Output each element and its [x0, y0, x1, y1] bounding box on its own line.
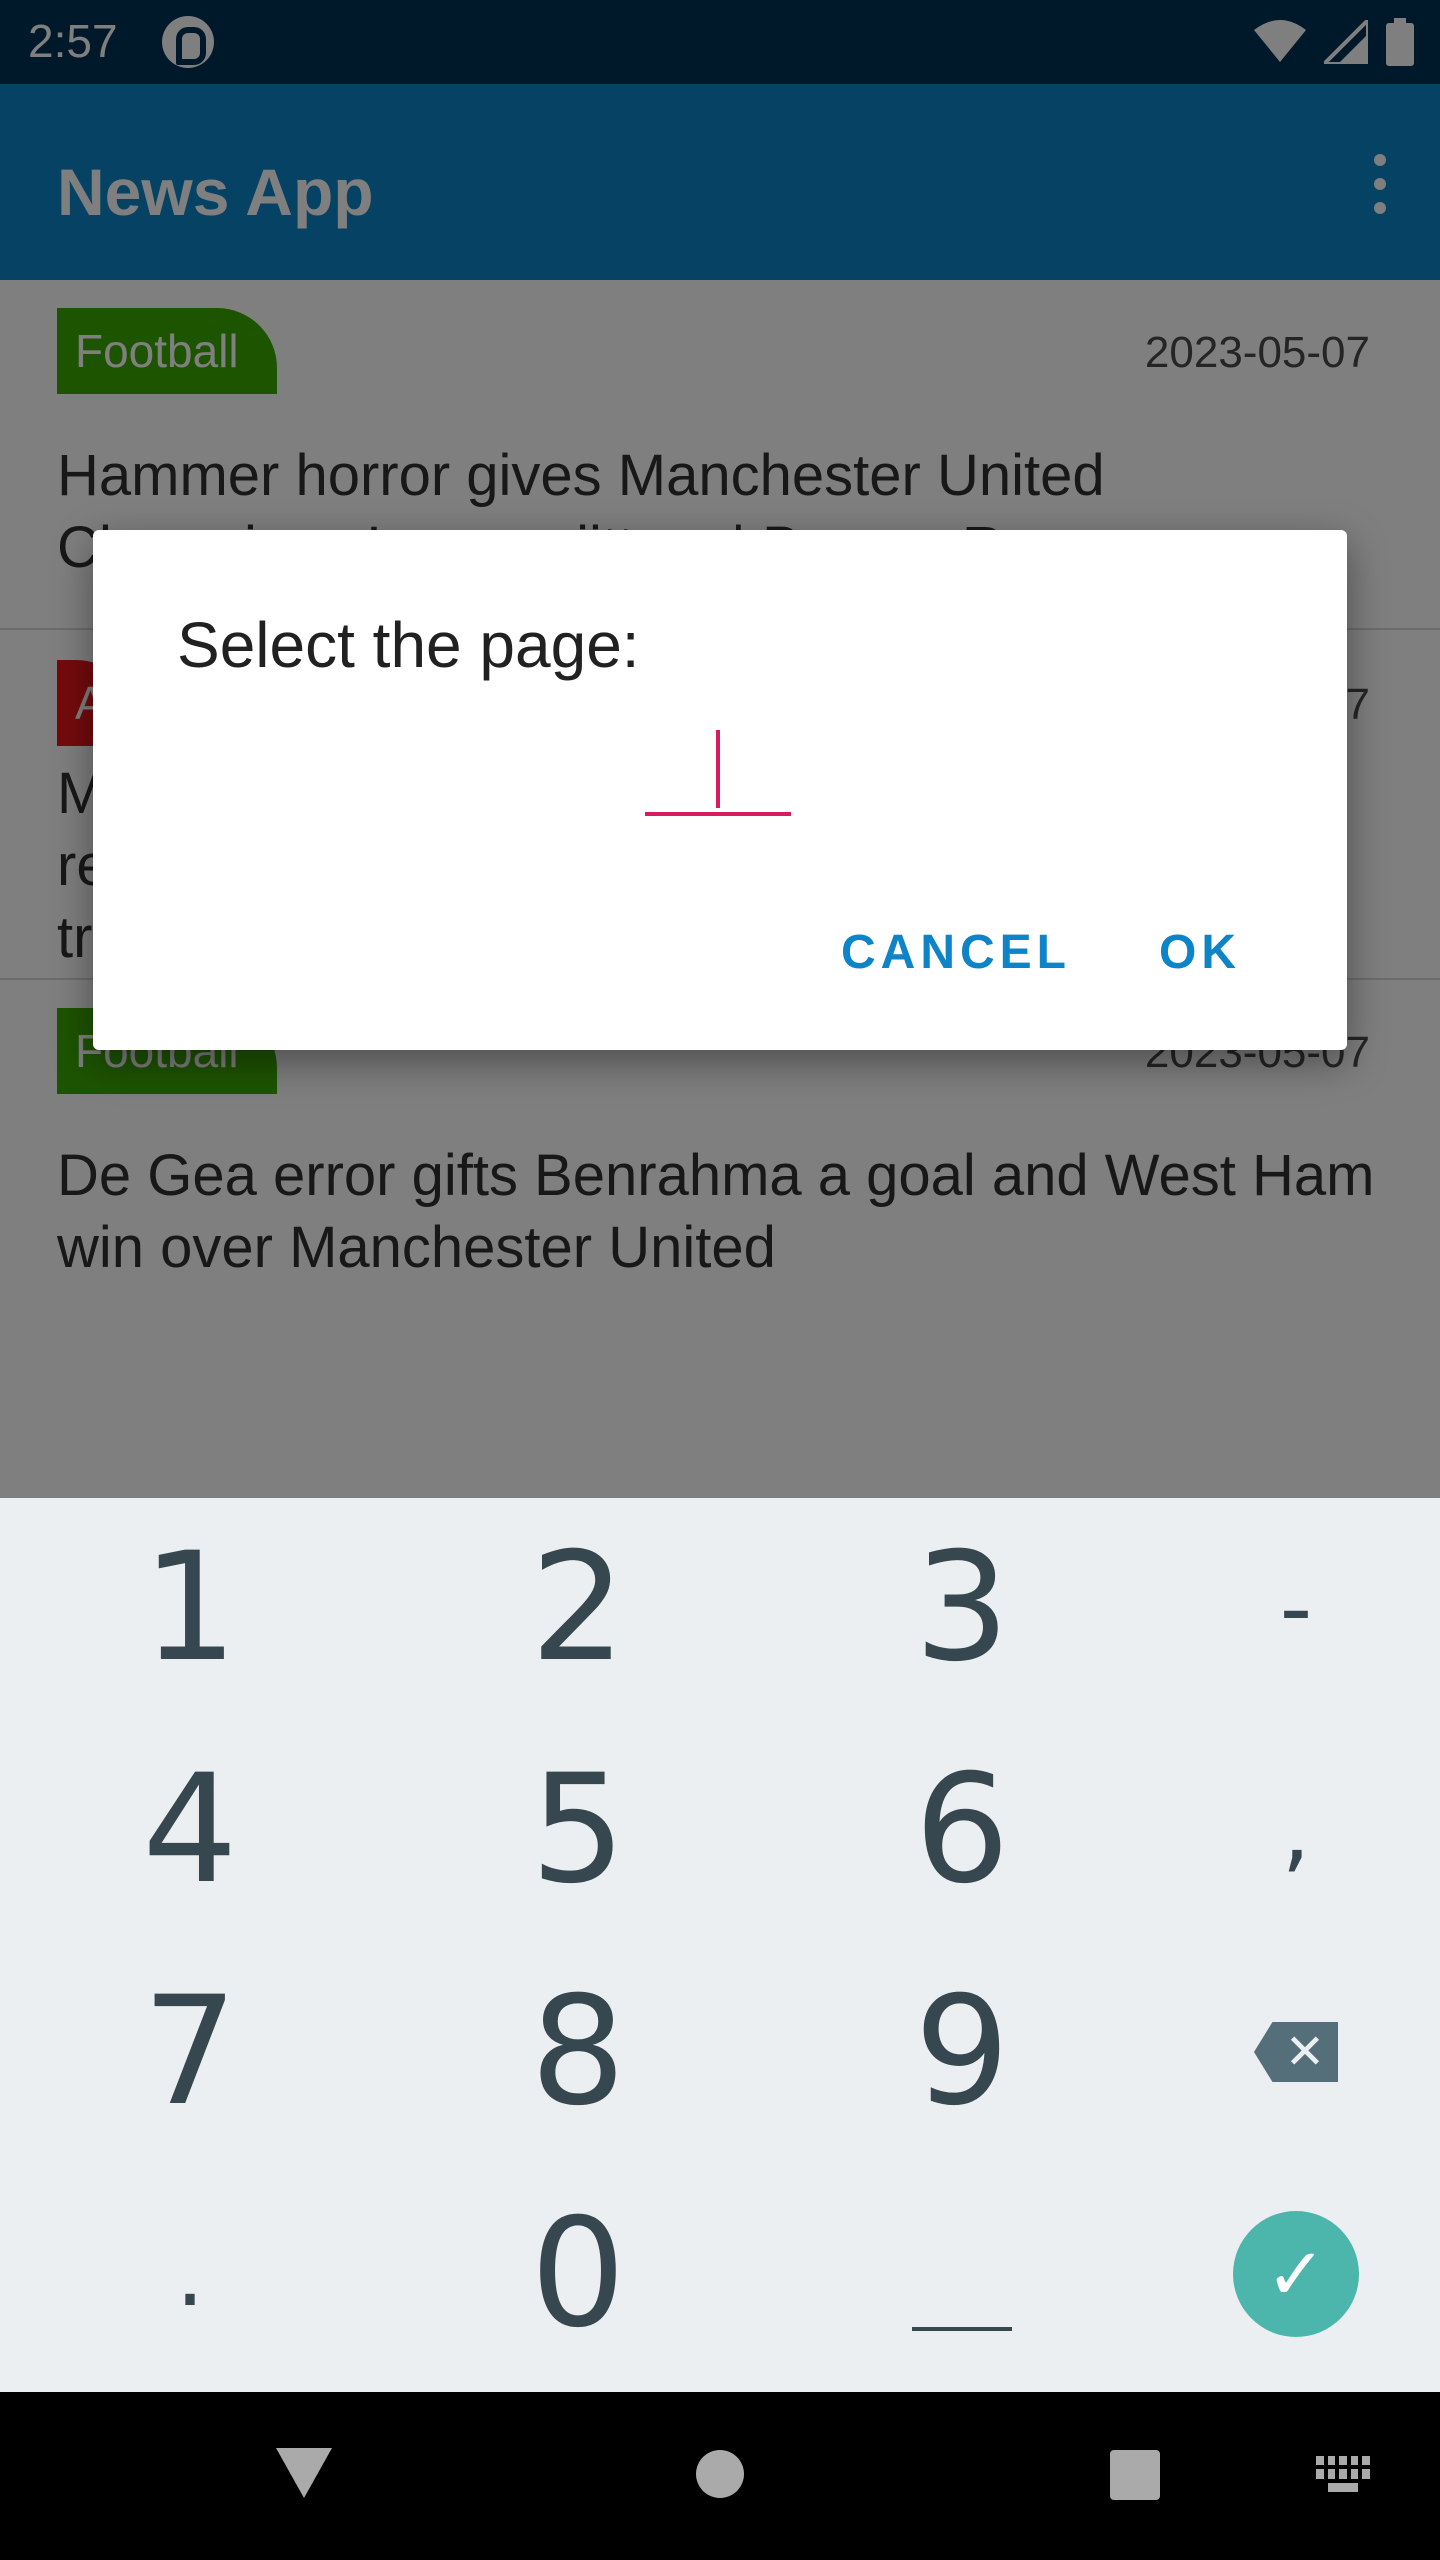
system-nav-bar — [0, 2392, 1440, 2560]
key-0[interactable]: 0 — [398, 2164, 758, 2384]
key-4[interactable]: 4 — [10, 1720, 370, 1940]
key-5[interactable]: 5 — [398, 1720, 758, 1940]
checkmark-icon: ✓ — [1233, 2211, 1359, 2337]
key-6[interactable]: 6 — [782, 1720, 1142, 1940]
key-comma[interactable]: , — [1116, 1720, 1440, 1940]
key-minus[interactable]: - — [1116, 1498, 1440, 1718]
key-9[interactable]: 9 — [782, 1942, 1142, 2162]
recents-icon[interactable] — [1110, 2450, 1160, 2500]
ok-button[interactable]: OK — [1159, 925, 1241, 980]
key-period[interactable]: . — [10, 2164, 370, 2384]
back-icon[interactable] — [276, 2448, 332, 2498]
key-3[interactable]: 3 — [782, 1498, 1142, 1718]
space-key[interactable] — [782, 2164, 1142, 2384]
select-page-dialog: Select the page: CANCEL OK — [93, 530, 1347, 1050]
dialog-title: Select the page: — [177, 609, 640, 681]
backspace-key[interactable]: ✕ — [1116, 1942, 1440, 2162]
key-1[interactable]: 1 — [10, 1498, 370, 1718]
key-7[interactable]: 7 — [10, 1942, 370, 2162]
key-8[interactable]: 8 — [398, 1942, 758, 2162]
backspace-icon: ✕ — [1254, 2022, 1338, 2082]
key-2[interactable]: 2 — [398, 1498, 758, 1718]
text-cursor — [716, 730, 720, 808]
cancel-button[interactable]: CANCEL — [841, 925, 1071, 980]
keyboard-switch-icon[interactable] — [1316, 2456, 1370, 2492]
page-input-wrapper — [645, 720, 791, 820]
numeric-keyboard: 1 2 3 - 4 5 6 , 7 8 9 ✕ . 0 ✓ — [0, 1498, 1440, 2392]
home-icon[interactable] — [696, 2450, 744, 2498]
space-icon — [912, 2327, 1012, 2331]
enter-key[interactable]: ✓ — [1116, 2164, 1440, 2384]
